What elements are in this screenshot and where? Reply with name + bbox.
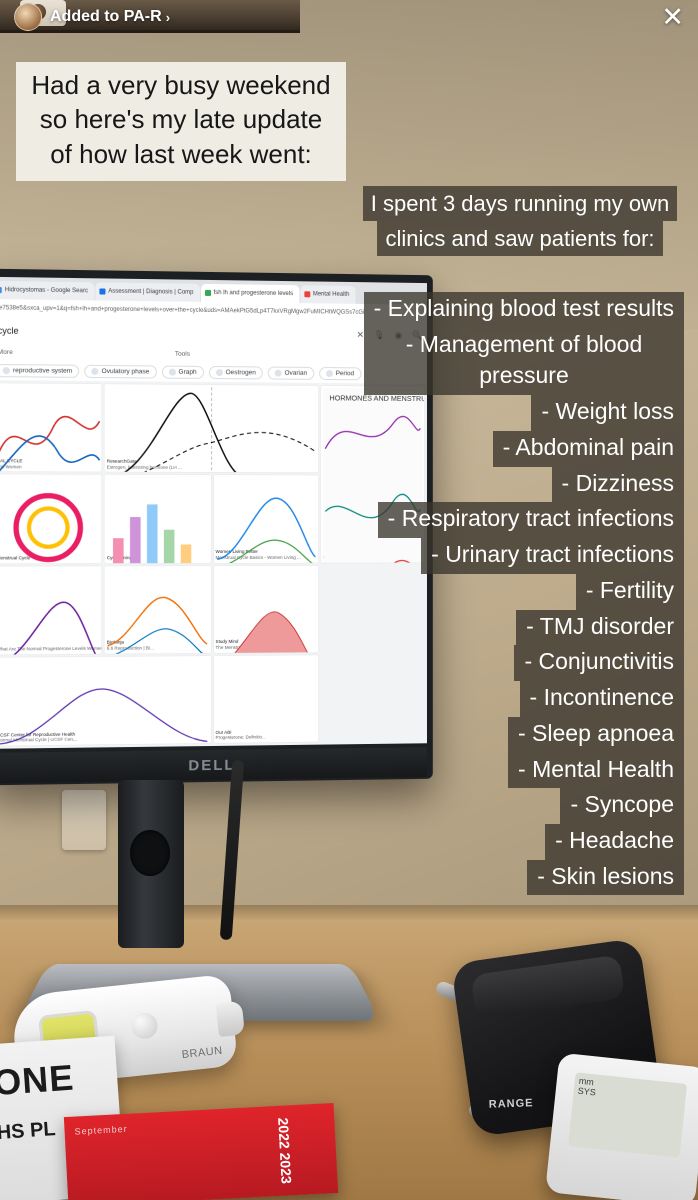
book-red: September 2022 2023 — [63, 1102, 339, 1200]
more-filters-label[interactable]: More — [0, 348, 13, 355]
list-item: - Headache — [545, 824, 684, 860]
list-item: - Weight loss — [531, 395, 684, 431]
added-to-highlight-label[interactable]: Added to PA-R › — [50, 8, 170, 26]
list-item: - Urinary tract infections — [421, 538, 684, 574]
book-white-title-line1: ONE — [0, 1056, 76, 1104]
book-red-years: 2022 2023 — [275, 1117, 295, 1185]
thermometer-button — [130, 1011, 159, 1041]
close-icon[interactable]: ✕ — [661, 3, 684, 31]
blood-pressure-monitor: mm SYS — [545, 1052, 698, 1200]
list-item: - Mental Health — [508, 752, 684, 789]
list-item: - Abdominal pain — [492, 430, 684, 467]
braun-brand-label: BRAUN — [181, 1044, 224, 1062]
book-white-title-line2: HS PL — [0, 1118, 57, 1145]
favicon-icon — [0, 287, 2, 294]
chevron-right-icon: › — [165, 9, 171, 25]
conditions-list: - Explaining blood test results - Manage… — [24, 292, 684, 896]
chip-thumb-icon — [2, 366, 10, 374]
avatar[interactable] — [14, 3, 42, 31]
list-item: - Management of blood pressure — [364, 327, 684, 396]
list-item: - Respiratory tract infections — [377, 502, 684, 539]
thermometer-tip — [215, 1000, 246, 1038]
intro-line-2: clinics and saw patients for: — [377, 221, 663, 257]
intro-sticker[interactable]: I spent 3 days running my own clinics an… — [360, 186, 680, 257]
list-item: - TMJ disorder — [516, 609, 684, 646]
bp-monitor-display: mm SYS — [568, 1072, 688, 1158]
story-topbar: Added to PA-R › ✕ — [0, 0, 698, 34]
search-input-value: cycle — [0, 325, 19, 336]
added-label-text: Added to PA-R — [50, 8, 162, 25]
intro-line-1: I spent 3 days running my own — [362, 186, 678, 222]
instagram-story: Hidrocystomas - Google Searc Assessment … — [0, 0, 698, 1200]
list-item: - Dizziness — [551, 466, 684, 503]
list-item: - Conjunctivitis — [514, 645, 684, 682]
caption-sticker[interactable]: Had a very busy weekend so here's my lat… — [16, 62, 346, 181]
list-item: - Skin lesions — [527, 859, 684, 896]
book-red-title: September — [74, 1123, 128, 1137]
caption-text: Had a very busy weekend so here's my lat… — [31, 70, 331, 169]
list-item: - Syncope — [560, 788, 684, 825]
list-item: - Incontinence — [519, 681, 684, 717]
list-item: - Explaining blood test results — [363, 292, 684, 328]
desk-edge — [0, 905, 698, 921]
list-item: - Sleep apnoea — [507, 716, 684, 753]
list-item: - Fertility — [575, 573, 684, 610]
cuff-range-label: RANGE — [488, 1097, 534, 1111]
